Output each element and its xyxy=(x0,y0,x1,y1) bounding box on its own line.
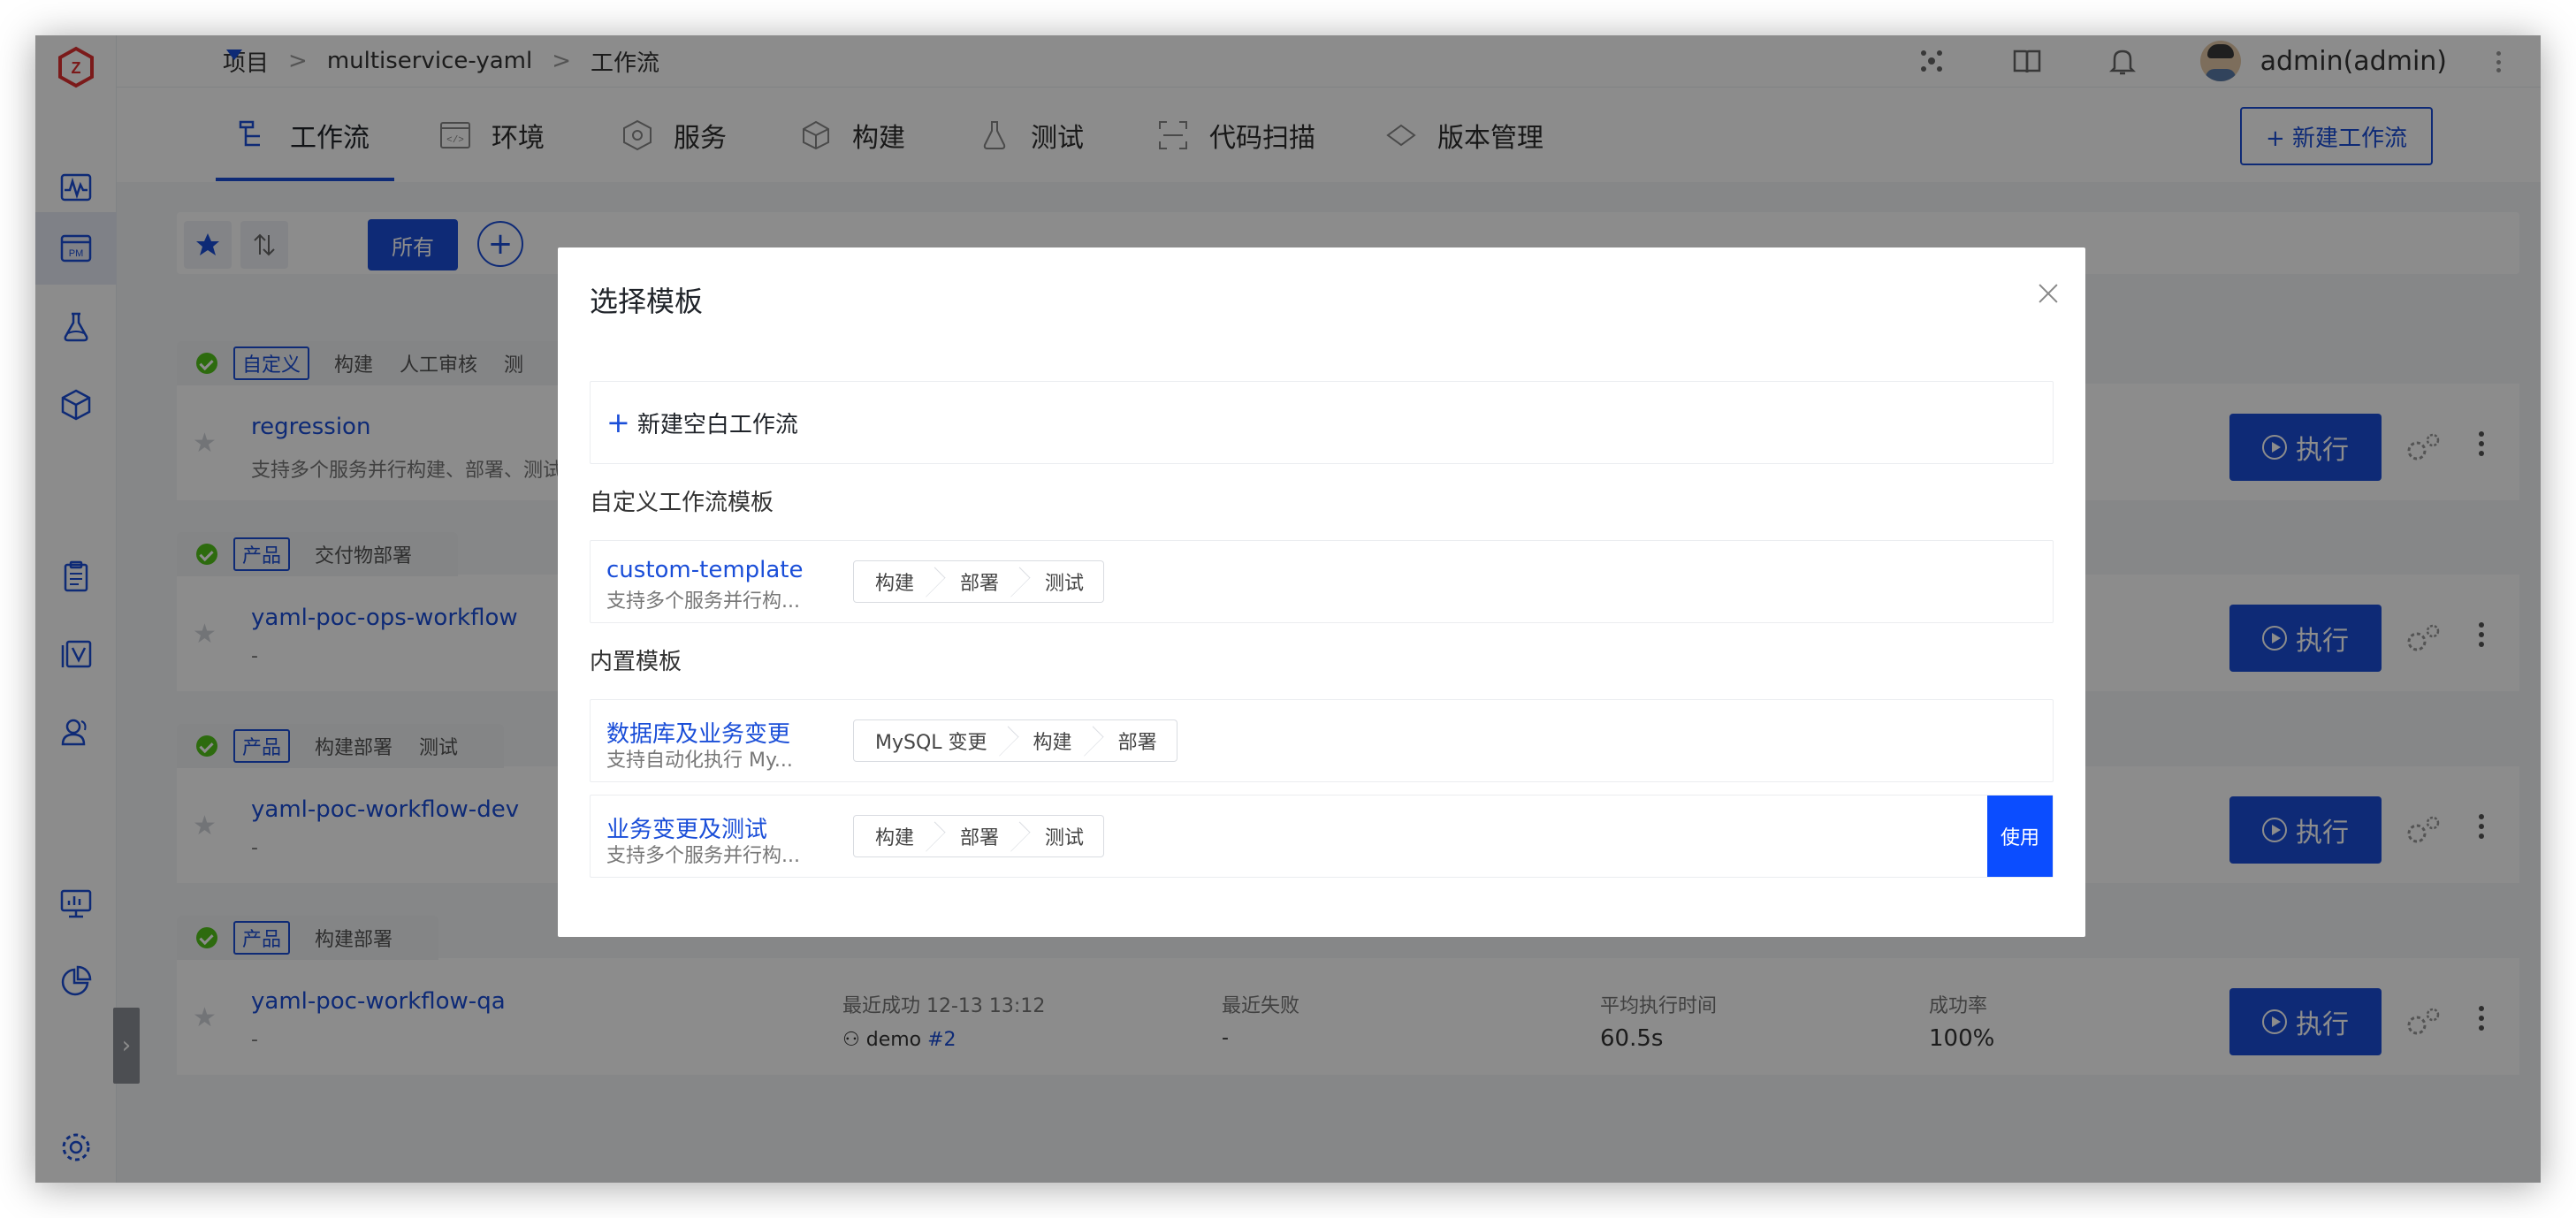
stage-chips: MySQL 变更 构建 部署 xyxy=(853,719,1177,762)
template-description: 支持多个服务并行构... xyxy=(606,590,800,613)
template-description: 支持自动化执行 My... xyxy=(606,750,793,772)
new-blank-workflow-label: 新建空白工作流 xyxy=(636,411,798,438)
stage-chip: MySQL 变更 xyxy=(853,719,1008,762)
new-blank-workflow-option[interactable]: + 新建空白工作流 xyxy=(590,381,2054,464)
modal-title: 选择模板 xyxy=(590,285,704,318)
close-icon[interactable] xyxy=(2038,283,2059,304)
stage-chip: 构建 xyxy=(1006,719,1093,762)
plus-icon: + xyxy=(606,406,630,439)
use-template-button[interactable]: 使用 xyxy=(1987,796,2053,877)
stage-chip: 构建 xyxy=(853,560,935,603)
custom-templates-heading: 自定义工作流模板 xyxy=(590,490,774,516)
template-row[interactable]: 数据库及业务变更 支持自动化执行 My... MySQL 变更 构建 部署 xyxy=(590,699,2054,782)
stage-chip: 构建 xyxy=(853,815,935,857)
stage-chips: 构建 部署 测试 xyxy=(853,815,1105,857)
stage-chip: 测试 xyxy=(1018,815,1105,857)
template-description: 支持多个服务并行构... xyxy=(606,845,800,867)
template-name: custom-template xyxy=(606,557,804,583)
builtin-templates-heading: 内置模板 xyxy=(590,649,682,675)
app-window: Z PM 项目 > multiservice-yaml > 工作流 admin(… xyxy=(35,35,2541,1183)
stage-chip: 测试 xyxy=(1018,560,1105,603)
stage-chips: 构建 部署 测试 xyxy=(853,560,1105,603)
stage-chip: 部署 xyxy=(1091,719,1177,762)
stage-chip: 部署 xyxy=(934,815,1020,857)
template-row[interactable]: custom-template 支持多个服务并行构... 构建 部署 测试 xyxy=(590,540,2054,623)
template-select-modal: 选择模板 + 新建空白工作流 自定义工作流模板 custom-template … xyxy=(558,247,2085,937)
stage-chip: 部署 xyxy=(934,560,1020,603)
template-row[interactable]: 业务变更及测试 支持多个服务并行构... 构建 部署 测试 使用 xyxy=(590,795,2054,878)
